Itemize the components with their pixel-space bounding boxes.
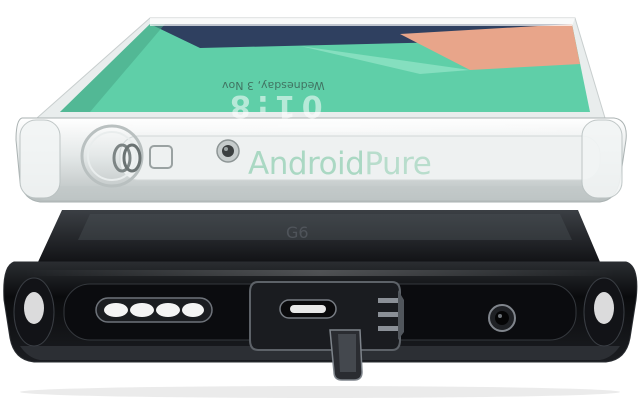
phone-illustration: G6 (3, 17, 638, 398)
watermark: AndroidPure (248, 146, 432, 182)
headphone-jack-bottom-icon (488, 304, 516, 332)
usb-c-port-icon (249, 281, 404, 381)
headphone-jack-icon (216, 139, 240, 163)
watermark-part1: Android (248, 146, 365, 182)
watermark-part2: Pure (364, 146, 432, 182)
brand-logo-faint: G6 (286, 223, 309, 242)
product-photo: G6 Wednesday, 3 Nov 01:8 AndroidPure (0, 0, 640, 401)
speaker-grille-icon (95, 297, 213, 323)
screen-clock: 01:8 (224, 88, 323, 123)
